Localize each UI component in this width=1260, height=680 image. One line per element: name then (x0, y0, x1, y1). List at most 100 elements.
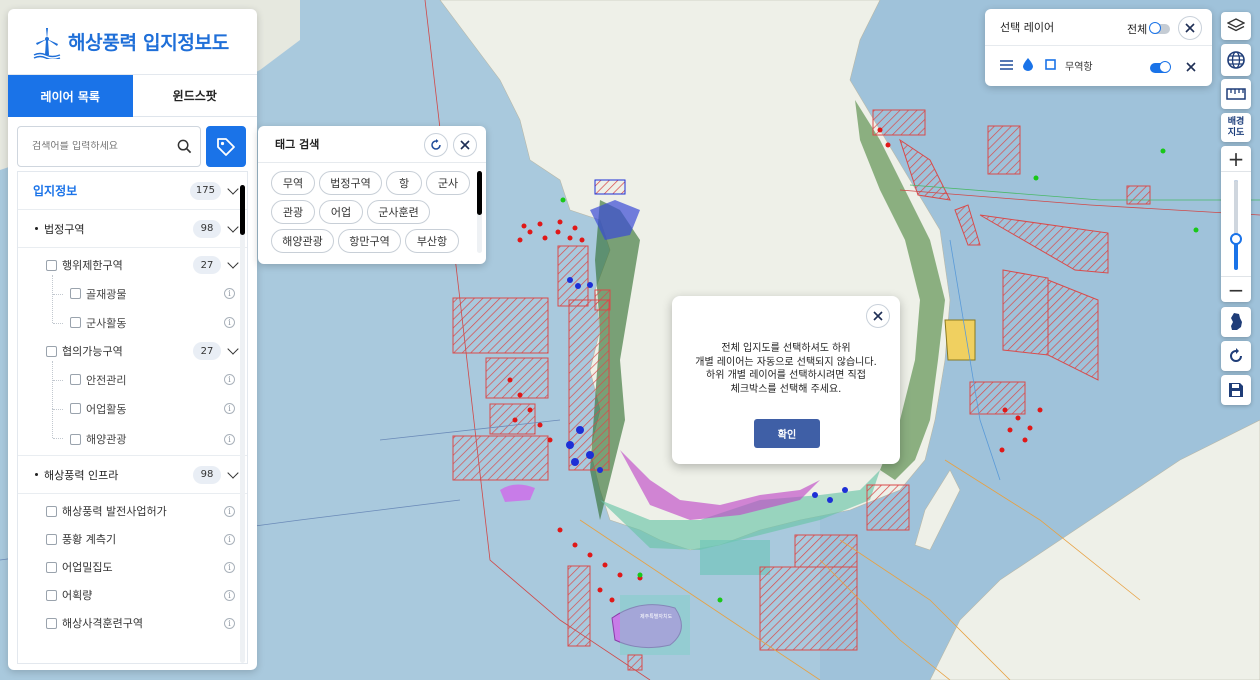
tree-layer-row[interactable]: 해상풍력 발전사업허가 i (18, 497, 247, 525)
dialog-close-button[interactable] (866, 304, 890, 328)
close-panel-button[interactable] (1178, 16, 1202, 40)
confirm-button[interactable]: 확인 (754, 419, 820, 448)
close-icon (1185, 23, 1195, 33)
zoom-slider-track-upper[interactable] (1234, 180, 1238, 239)
globe-button[interactable] (1221, 44, 1251, 76)
toggle-knob (1149, 22, 1161, 34)
zoom-in-button[interactable]: + (1221, 146, 1251, 172)
tag-chip[interactable]: 군사 (426, 171, 470, 195)
tree-layer-row[interactable]: 어획량 i (18, 581, 247, 609)
search-input[interactable] (32, 141, 177, 152)
tag-chip[interactable]: 관광 (271, 200, 315, 224)
ruler-icon (1226, 88, 1246, 100)
tree-group-row[interactable]: 해상풍력 인프라 98 (18, 456, 247, 494)
layer-checkbox[interactable] (46, 505, 57, 517)
tab-layer-list[interactable]: 레이어 목록 (8, 75, 133, 117)
info-icon[interactable]: i (224, 505, 235, 517)
dialog-message-line: 체크박스를 선택해 주세요. (730, 383, 842, 395)
layer-checkbox[interactable] (46, 561, 57, 573)
tag-chip[interactable]: 해양관광 (271, 229, 334, 253)
layer-checkbox[interactable] (70, 433, 81, 445)
chevron-down-icon[interactable] (227, 182, 239, 195)
tree-group-row[interactable]: 법정구역 98 (18, 210, 247, 248)
tag-chip[interactable]: 무역 (271, 171, 315, 195)
basemap-button[interactable]: 배경 지도 (1221, 113, 1251, 142)
tree-layer-row[interactable]: 군사활동 i (18, 294, 247, 337)
tree-layer-row[interactable]: 풍황 계측기 i (18, 525, 247, 553)
tree-layer-row[interactable]: 해상사격훈련구역 i (18, 609, 247, 637)
info-icon[interactable]: i (224, 617, 235, 629)
layer-checkbox[interactable] (46, 617, 57, 629)
layer-checkbox[interactable] (46, 589, 57, 601)
tree-scrollbar[interactable] (240, 185, 245, 663)
remove-layer-icon[interactable] (1186, 62, 1196, 72)
info-icon[interactable]: i (224, 403, 235, 414)
tree-connector (53, 323, 63, 324)
dialog-message-line: 개별 레이어는 자동으로 선택되지 않습니다. (695, 356, 877, 368)
tree-layer-label: 해상사격훈련구역 (62, 617, 143, 630)
info-icon[interactable]: i (224, 288, 235, 299)
info-icon[interactable]: i (224, 589, 235, 601)
tree-layer-label: 골재광물 (86, 287, 127, 301)
layer-visibility-toggle[interactable] (1150, 61, 1171, 73)
selected-layer-panel: 선택 레이어 전체 무역항 (985, 9, 1212, 86)
drag-handle-icon[interactable] (1000, 59, 1013, 71)
tree-root-row[interactable]: 입지정보 175 (18, 172, 247, 210)
tab-windspot[interactable]: 윈드스팟 (132, 75, 257, 117)
info-icon[interactable]: i (224, 533, 235, 545)
tag-chip[interactable]: 법정구역 (319, 171, 382, 195)
tree-layer-row[interactable]: 어업밀집도 i (18, 553, 247, 581)
tree-layer-row[interactable]: 해양관광 i (18, 409, 247, 456)
search-icon[interactable] (177, 139, 192, 154)
chevron-down-icon[interactable] (227, 343, 239, 355)
chevron-down-icon[interactable] (227, 220, 239, 233)
chevron-down-icon[interactable] (227, 466, 239, 479)
tag-list-scrollbar[interactable] (477, 171, 482, 253)
tree-group-count: 98 (193, 465, 221, 484)
tree-connector (53, 380, 63, 381)
layers-button[interactable] (1221, 12, 1251, 40)
layer-checkbox[interactable] (70, 374, 81, 385)
info-icon[interactable]: i (224, 433, 235, 445)
tree-connector (52, 275, 53, 295)
layer-checkbox[interactable] (70, 288, 81, 299)
app-header: 해상풍력 입지정보도 (8, 9, 257, 75)
measure-button[interactable] (1221, 79, 1251, 109)
opacity-drop-icon[interactable] (1023, 58, 1033, 71)
layer-checkbox[interactable] (70, 317, 81, 328)
subgroup-checkbox[interactable] (46, 345, 57, 357)
close-button[interactable] (453, 133, 477, 157)
chevron-down-icon[interactable] (227, 257, 239, 269)
tag-chip[interactable]: 부산항 (405, 229, 459, 253)
layer-checkbox[interactable] (70, 403, 81, 414)
save-icon (1229, 383, 1243, 397)
reset-button[interactable] (1221, 341, 1251, 371)
tree-group-label: 해상풍력 인프라 (44, 468, 119, 482)
layer-checkbox[interactable] (46, 533, 57, 545)
tag-search-button[interactable] (206, 126, 246, 167)
info-icon[interactable]: i (224, 561, 235, 573)
refresh-button[interactable] (424, 133, 448, 157)
style-square-icon[interactable] (1045, 59, 1056, 70)
tag-chip[interactable]: 항 (386, 171, 422, 195)
zoom-slider-handle[interactable] (1230, 232, 1242, 245)
tree-scrollbar-thumb[interactable] (240, 185, 245, 235)
tag-chip[interactable]: 어업 (319, 200, 363, 224)
subgroup-checkbox[interactable] (46, 259, 57, 271)
search-box (17, 126, 201, 167)
info-icon[interactable]: i (224, 317, 235, 328)
tag-chip[interactable]: 군사훈련 (367, 200, 430, 224)
info-icon[interactable]: i (224, 374, 235, 385)
zoom-out-button[interactable]: − (1221, 276, 1251, 302)
korea-map-button[interactable] (1221, 307, 1251, 337)
tag-list-scrollbar-thumb[interactable] (477, 171, 482, 215)
tree-layer-label: 해상풍력 발전사업허가 (62, 505, 167, 518)
search-row (8, 117, 257, 175)
layer-tree: 입지정보 175 법정구역 98 행위제한구역 27 골재광물 i 군사활동 i… (17, 171, 248, 664)
save-button[interactable] (1221, 375, 1251, 405)
notice-dialog: 전체 입지도를 선택하셔도 하위 개별 레이어는 자동으로 선택되지 않습니다.… (672, 296, 900, 464)
refresh-icon (431, 139, 441, 150)
tag-chip[interactable]: 항만구역 (338, 229, 401, 253)
all-layers-toggle[interactable] (1149, 22, 1170, 34)
reset-icon (1230, 348, 1242, 362)
